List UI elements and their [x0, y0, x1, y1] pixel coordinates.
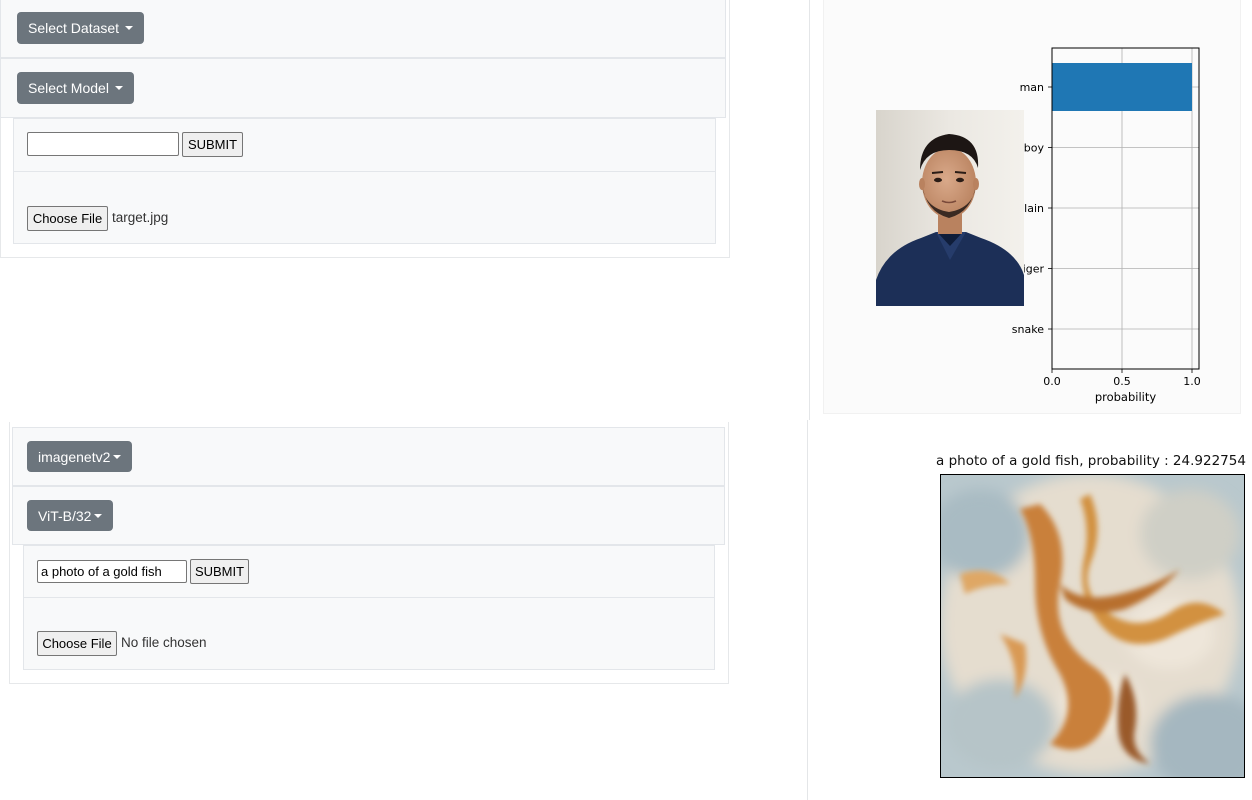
bottom-model-row: [12, 486, 725, 545]
x-tick-label: 1.0: [1183, 375, 1201, 388]
select-dataset-label: Select Dataset: [28, 20, 120, 36]
y-tick-label-man: man: [1020, 81, 1044, 94]
y-tick-label-snake: snake: [1012, 323, 1044, 336]
x-axis-label: probability: [1095, 390, 1157, 404]
top-file-row: [13, 171, 716, 244]
select-model-dropdown[interactable]: Select Model: [17, 72, 134, 104]
x-tick-label: 0.5: [1113, 375, 1131, 388]
y-tick-label-boy: boy: [1024, 142, 1045, 155]
column-divider: [809, 0, 810, 420]
caret-down-icon: [114, 86, 123, 90]
caret-down-icon: [94, 513, 103, 518]
caret-down-icon: [113, 454, 122, 459]
dataset-dropdown-label: imagenetv2: [38, 448, 111, 465]
top-file-name: target.jpg: [112, 210, 169, 225]
generated-goldfish-image: [940, 474, 1245, 778]
bottom-file-name: No file chosen: [121, 635, 207, 650]
select-dataset-dropdown[interactable]: Select Dataset: [17, 12, 145, 44]
bar-man: [1052, 63, 1192, 111]
x-tick-label: 0.0: [1043, 375, 1061, 388]
select-model-label: Select Model: [28, 80, 109, 96]
bottom-submit-button[interactable]: SUBMIT: [190, 559, 249, 584]
bottom-file-row: [23, 597, 715, 670]
caret-down-icon: [125, 26, 134, 30]
top-submit-button[interactable]: SUBMIT: [182, 132, 243, 157]
bottom-choose-file-button[interactable]: Choose File: [37, 631, 117, 656]
top-choose-file-button[interactable]: Choose File: [27, 206, 108, 231]
top-text-input[interactable]: [27, 132, 179, 156]
uploaded-portrait-photo: [876, 110, 1024, 306]
column-divider: [807, 420, 808, 800]
model-dropdown-label: ViT-B/32: [38, 507, 92, 524]
model-dropdown-vit[interactable]: ViT-B/32: [27, 500, 114, 531]
dataset-dropdown-imagenetv2[interactable]: imagenetv2: [27, 441, 133, 472]
bottom-text-input[interactable]: [37, 560, 187, 583]
result-caption: a photo of a gold fish, probability : 24…: [936, 453, 1246, 469]
